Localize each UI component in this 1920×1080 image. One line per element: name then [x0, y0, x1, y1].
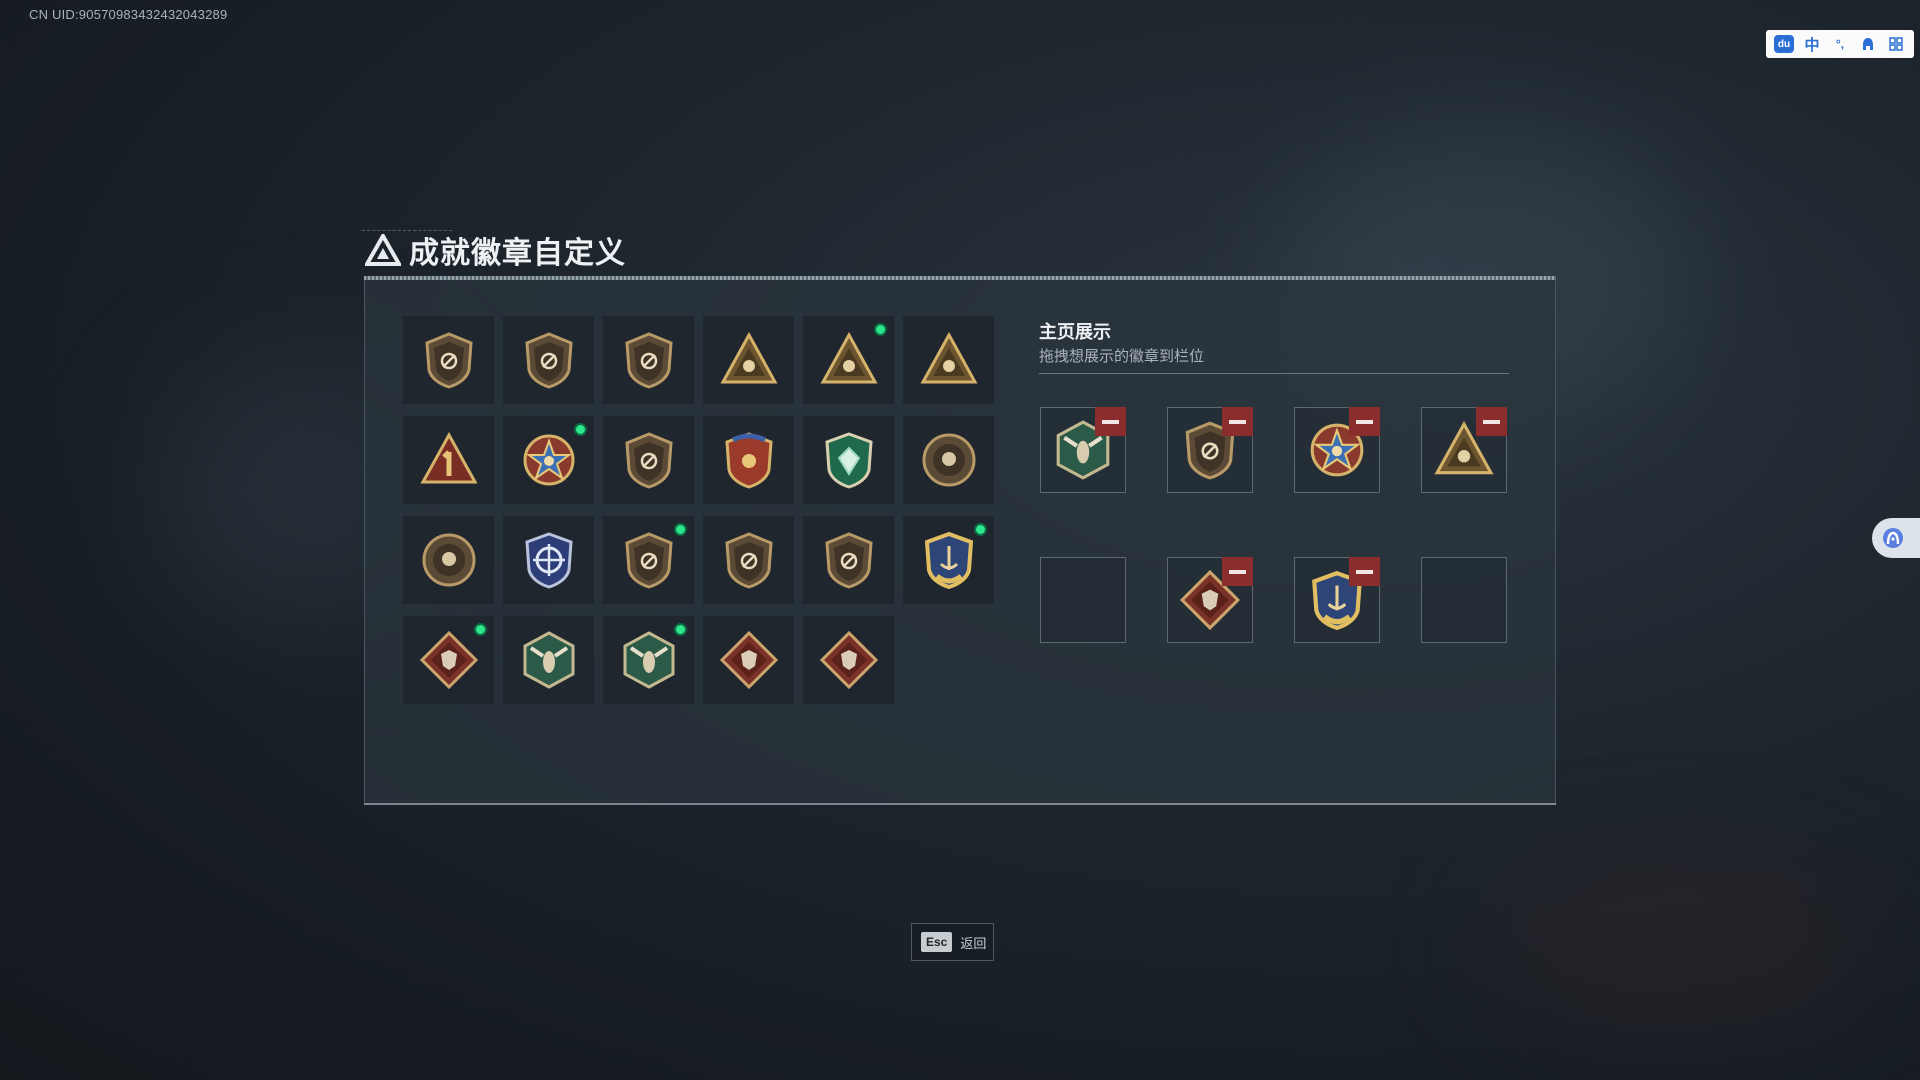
- badge-cell[interactable]: [703, 616, 794, 704]
- panel-bottom-border: [364, 803, 1556, 805]
- showcase-slot[interactable]: [1040, 407, 1126, 493]
- uid-label: CN UID:9057098343243​2043289: [29, 7, 228, 22]
- remove-badge-button[interactable]: [1349, 407, 1380, 436]
- page-title: 成就徽章自定义: [409, 237, 626, 270]
- showcase-subtitle: 拖拽想展示的徽章到栏位: [1039, 348, 1205, 365]
- minus-icon: [1356, 419, 1373, 424]
- page-header: 成就徽章自定义: [365, 228, 626, 272]
- remove-badge-button[interactable]: [1095, 407, 1126, 436]
- assistant-icon: [1883, 528, 1903, 548]
- badge-cell[interactable]: [903, 516, 994, 604]
- new-indicator-dot: [874, 323, 887, 336]
- new-indicator-dot: [974, 523, 987, 536]
- badge-cell[interactable]: [803, 416, 894, 504]
- badge-cell[interactable]: [403, 616, 494, 704]
- showcase-title: 主页展示: [1039, 322, 1111, 342]
- new-indicator-dot: [674, 623, 687, 636]
- showcase-slot[interactable]: [1421, 407, 1507, 493]
- panel-top-border: [364, 276, 1556, 280]
- badge-cell[interactable]: [703, 316, 794, 404]
- badge-cell[interactable]: [703, 416, 794, 504]
- ime-toolbar[interactable]: du 中 °,: [1766, 30, 1914, 58]
- showcase-slot[interactable]: [1294, 557, 1380, 643]
- badge-cell[interactable]: [603, 616, 694, 704]
- lang-indicator[interactable]: 中: [1801, 33, 1823, 55]
- punctuation-icon[interactable]: °,: [1829, 33, 1851, 55]
- badge-cell[interactable]: [703, 516, 794, 604]
- badge-cell[interactable]: [603, 416, 694, 504]
- showcase-slot[interactable]: [1294, 407, 1380, 493]
- showcase-slot[interactable]: [1167, 407, 1253, 493]
- showcase-slot-empty[interactable]: [1421, 557, 1507, 643]
- grid-icon[interactable]: [1885, 33, 1907, 55]
- minus-icon: [1102, 419, 1119, 424]
- badge-cell[interactable]: [803, 516, 894, 604]
- remove-badge-button[interactable]: [1476, 407, 1507, 436]
- new-indicator-dot: [474, 623, 487, 636]
- badge-cell[interactable]: [603, 516, 694, 604]
- new-indicator-dot: [574, 423, 587, 436]
- triangle-logo-icon: [365, 234, 401, 266]
- badge-cell[interactable]: [403, 516, 494, 604]
- remove-badge-button[interactable]: [1349, 557, 1380, 586]
- back-button[interactable]: Esc 返回: [911, 923, 994, 961]
- back-label: 返回: [960, 935, 987, 951]
- showcase-divider: [1039, 373, 1509, 374]
- remove-badge-button[interactable]: [1222, 557, 1253, 586]
- badge-cell[interactable]: [903, 416, 994, 504]
- minus-icon: [1356, 569, 1373, 574]
- badge-cell[interactable]: [403, 416, 494, 504]
- ime-logo-text: du: [1774, 35, 1794, 53]
- minus-icon: [1229, 419, 1246, 424]
- new-indicator-dot: [674, 523, 687, 536]
- remove-badge-button[interactable]: [1222, 407, 1253, 436]
- badge-cell[interactable]: [803, 616, 894, 704]
- badge-cell[interactable]: [403, 316, 494, 404]
- esc-key-hint: Esc: [921, 932, 953, 952]
- showcase-slot-empty[interactable]: [1040, 557, 1126, 643]
- badge-cell[interactable]: [503, 516, 594, 604]
- badge-cell[interactable]: [503, 416, 594, 504]
- badge-cell[interactable]: [803, 316, 894, 404]
- badge-cell[interactable]: [503, 316, 594, 404]
- user-icon[interactable]: [1857, 33, 1879, 55]
- minus-icon: [1229, 569, 1246, 574]
- badge-cell[interactable]: [603, 316, 694, 404]
- assistant-float-button[interactable]: [1872, 518, 1920, 558]
- minus-icon: [1483, 419, 1500, 424]
- showcase-slot[interactable]: [1167, 557, 1253, 643]
- ime-logo-icon[interactable]: du: [1773, 33, 1795, 55]
- badge-cell[interactable]: [903, 316, 994, 404]
- badge-cell[interactable]: [503, 616, 594, 704]
